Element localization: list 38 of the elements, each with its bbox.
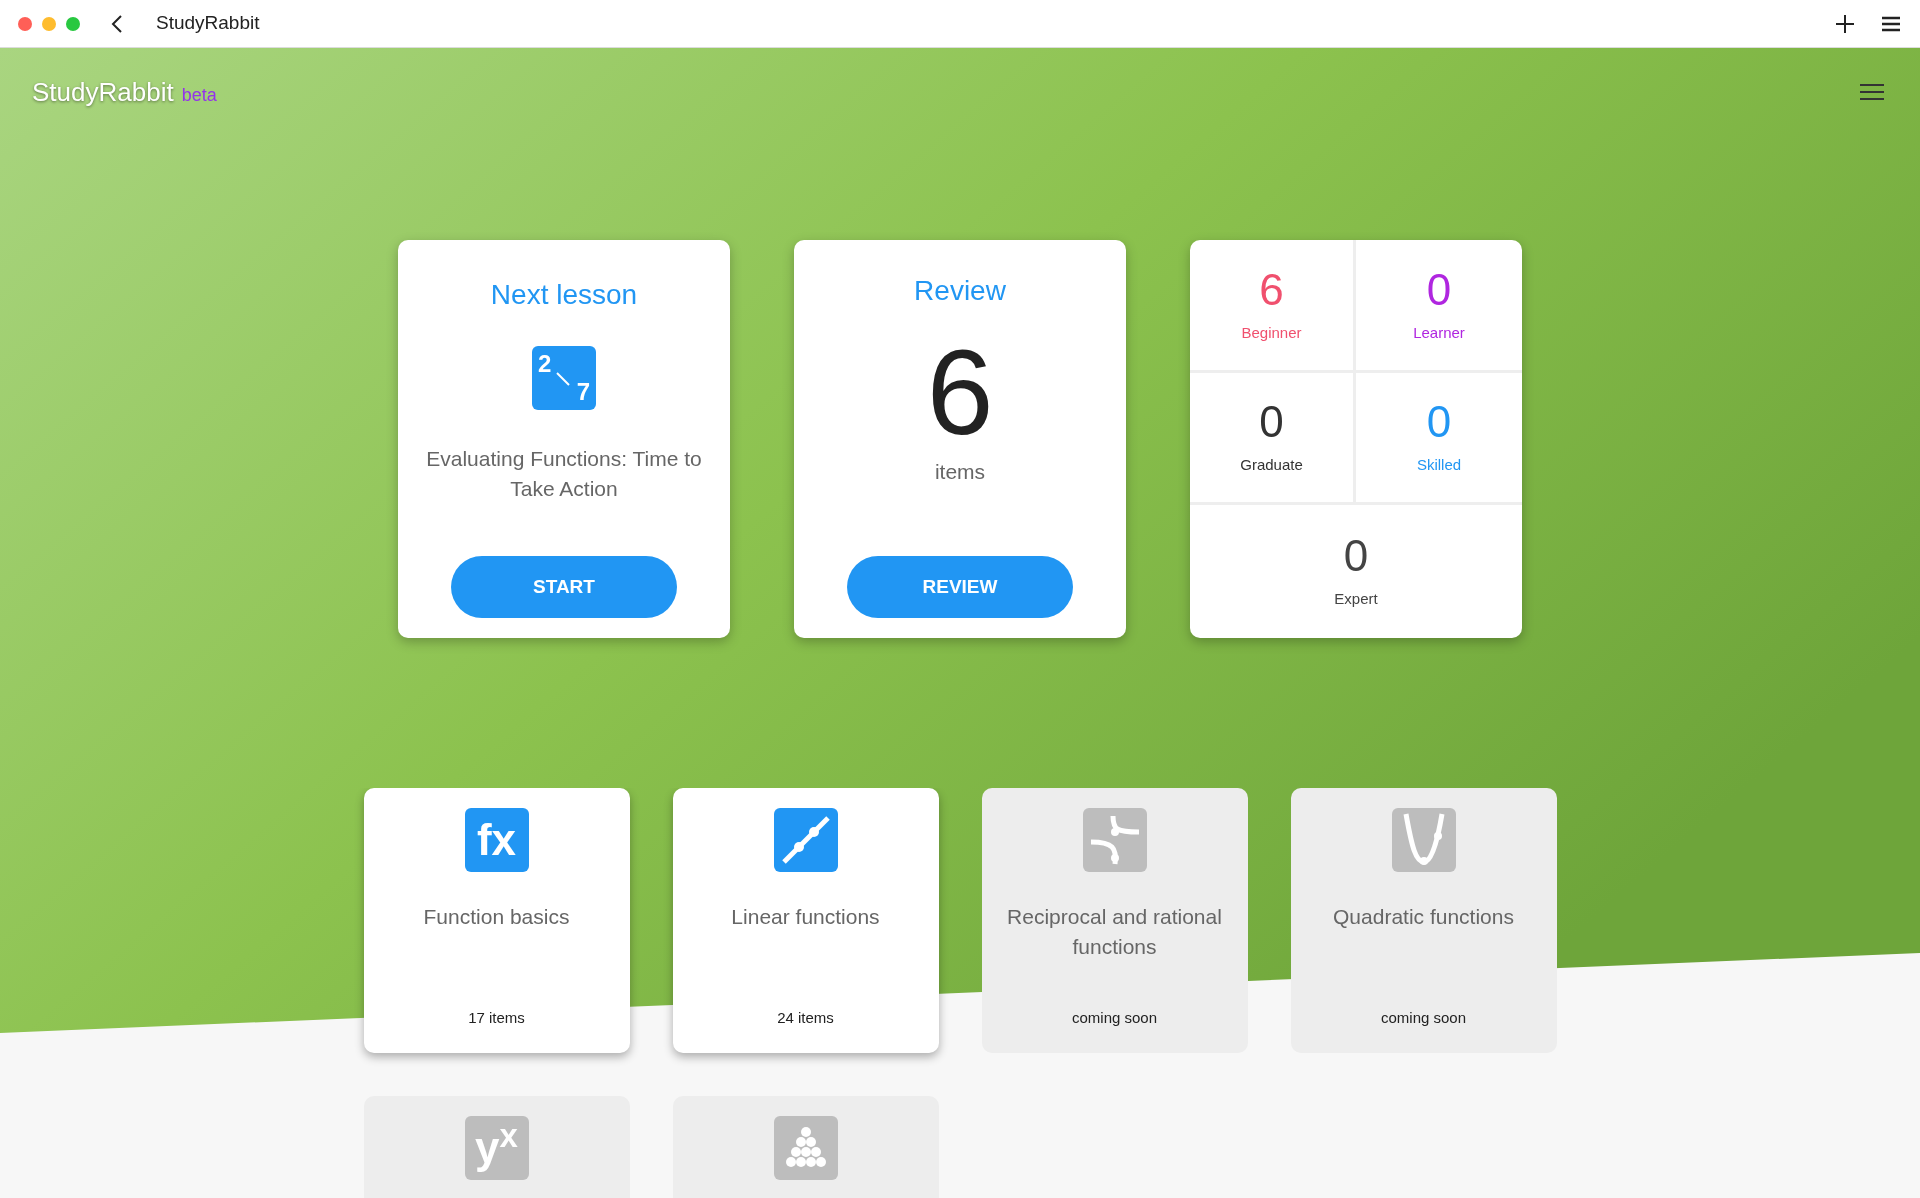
topic-status: 17 items [468,1007,525,1028]
level-label: Skilled [1416,455,1462,476]
topic-status: coming soon [1071,1007,1158,1028]
topic-card[interactable]: fx Function basics 17 items [363,788,630,1053]
level-count: 6 [1259,265,1284,314]
fx-icon: fx [464,808,529,872]
topic-title: Function basics [422,904,571,930]
line-graph-icon [773,808,838,872]
curve-graph-icon [1082,808,1147,872]
lesson-name: Evaluating Functions: Time to Take Action [425,446,703,502]
topic-title: Quadratic functions [1332,904,1515,930]
level-count: 0 [1343,532,1369,581]
level-label: Learner [1413,322,1465,343]
window-title: StudyRabbit [156,11,260,36]
plus-icon[interactable] [1836,14,1854,33]
topic-card[interactable]: Reciprocal and rational functions coming soon [981,788,1248,1053]
close-button[interactable] [18,16,32,31]
topic-card[interactable]: Linear functions 24 items [672,788,939,1053]
level-label: Graduate [1240,455,1303,476]
menu-icon[interactable] [1882,15,1900,32]
topic-title: Reciprocal and rational functions [1006,904,1223,960]
beta-label: beta [181,83,217,107]
card-title: Next lesson [490,278,638,312]
curve-graph-icon [1391,808,1456,872]
level-count: 0 [1259,398,1284,447]
level-label: Beginner [1241,322,1302,343]
level-count: 0 [1426,265,1452,314]
card-title: Review [914,274,1006,308]
level-count: 0 [1426,398,1452,447]
topic-card[interactable]: Quadratic functions coming soon [1290,788,1557,1053]
review-count: 6 [926,332,994,452]
topic-status: coming soon [1380,1007,1467,1028]
items-label: items [934,459,986,485]
topic-title: Linear functions [730,904,881,930]
topic-status: 24 items [777,1007,834,1028]
level-label: Expert [1334,589,1378,610]
power-icon: y$^{x}$ [464,1116,529,1180]
lesson-icon: 2 7 [532,346,596,410]
